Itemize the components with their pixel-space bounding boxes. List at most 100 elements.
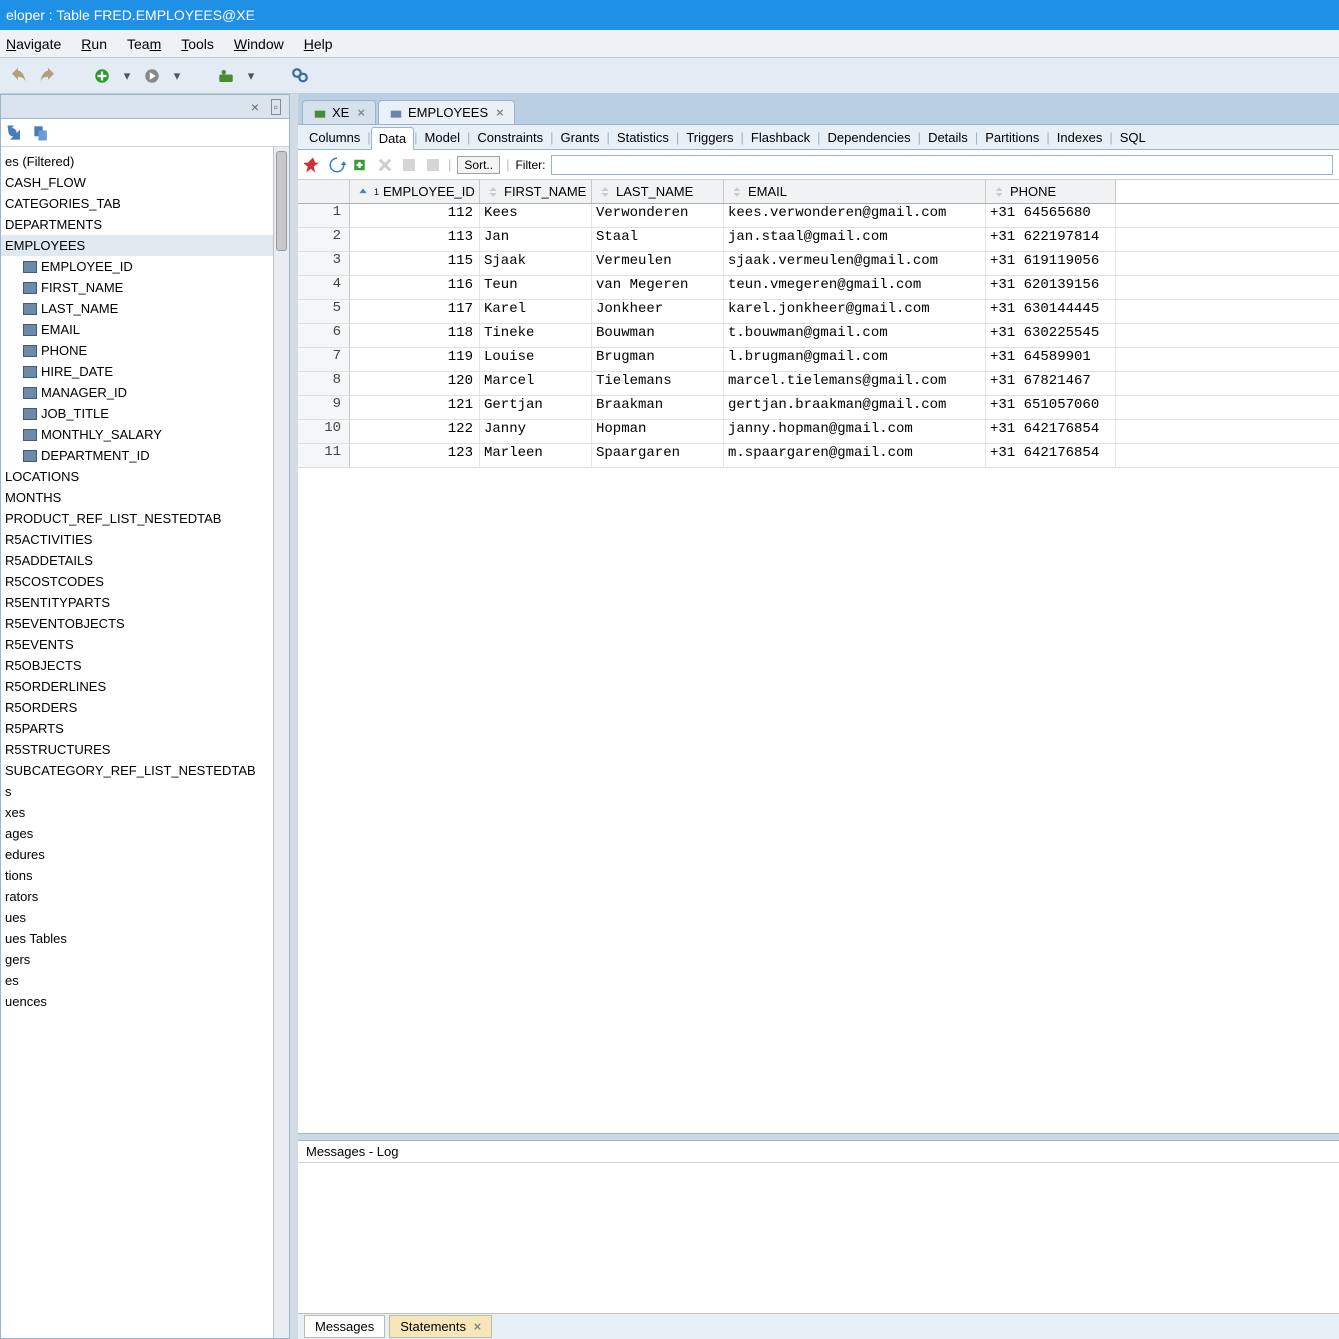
cell-last-name[interactable]: Jonkheer [592,300,724,323]
table-row[interactable]: 3115SjaakVermeulensjaak.vermeulen@gmail.… [298,252,1339,276]
table-row[interactable]: 10122JannyHopmanjanny.hopman@gmail.com+3… [298,420,1339,444]
cell-email[interactable]: gertjan.braakman@gmail.com [724,396,986,419]
close-icon[interactable]: × [474,1319,482,1334]
tree-column-department_id[interactable]: DEPARTMENT_ID [1,445,289,466]
document-tab-employees[interactable]: EMPLOYEES× [378,100,515,124]
redo-icon[interactable] [38,66,58,86]
cell-last-name[interactable]: Hopman [592,420,724,443]
cell-employee-id[interactable]: 120 [350,372,480,395]
log-tab-messages[interactable]: Messages [304,1315,385,1338]
cell-first-name[interactable]: Marleen [480,444,592,467]
table-row[interactable]: 1112KeesVerwonderenkees.verwonderen@gmai… [298,204,1339,228]
cell-email[interactable]: m.spaargaren@gmail.com [724,444,986,467]
col-employee-id[interactable]: 1 EMPLOYEE_ID [350,180,480,203]
subtab-data[interactable]: Data [371,127,414,150]
table-row[interactable]: 5117KarelJonkheerkarel.jonkheer@gmail.co… [298,300,1339,324]
menu-run[interactable]: Run [81,36,107,52]
menu-help[interactable]: Help [304,36,333,52]
cell-employee-id[interactable]: 113 [350,228,480,251]
cell-last-name[interactable]: Brugman [592,348,724,371]
scrollbar-thumb[interactable] [276,151,287,251]
cell-last-name[interactable]: Staal [592,228,724,251]
delete-row-icon[interactable] [376,156,394,174]
forward-dropdown-icon[interactable]: ▾ [172,68,182,84]
sql-icon[interactable] [216,66,236,86]
tree-item[interactable]: R5ADDETAILS [1,550,289,571]
menu-window[interactable]: Window [234,36,284,52]
new-icon[interactable] [92,66,112,86]
cell-first-name[interactable]: Karel [480,300,592,323]
subtab-statistics[interactable]: Statistics [610,127,676,148]
cell-email[interactable]: kees.verwonderen@gmail.com [724,204,986,227]
subtab-constraints[interactable]: Constraints [470,127,550,148]
cell-employee-id[interactable]: 118 [350,324,480,347]
subtab-triggers[interactable]: Triggers [679,127,740,148]
close-icon[interactable]: × [357,105,365,120]
cell-phone[interactable]: +31 619119056 [986,252,1116,275]
subtab-model[interactable]: Model [418,127,467,148]
sql-dropdown-icon[interactable]: ▾ [246,68,256,84]
tree-item[interactable]: R5EVENTOBJECTS [1,613,289,634]
cell-last-name[interactable]: Spaargaren [592,444,724,467]
tree-column-employee_id[interactable]: EMPLOYEE_ID [1,256,289,277]
tree-column-phone[interactable]: PHONE [1,340,289,361]
subtab-partitions[interactable]: Partitions [978,127,1046,148]
tree-column-job_title[interactable]: JOB_TITLE [1,403,289,424]
tree-item[interactable]: tions [1,865,289,886]
tree-item[interactable]: edures [1,844,289,865]
insert-row-icon[interactable] [352,156,370,174]
cell-email[interactable]: jan.staal@gmail.com [724,228,986,251]
tree-item[interactable]: s [1,781,289,802]
cell-employee-id[interactable]: 119 [350,348,480,371]
sort-button[interactable]: Sort.. [457,156,500,174]
cell-first-name[interactable]: Louise [480,348,592,371]
tree-item[interactable]: MONTHS [1,487,289,508]
table-row[interactable]: 7119LouiseBrugmanl.brugman@gmail.com+31 … [298,348,1339,372]
cell-phone[interactable]: +31 630225545 [986,324,1116,347]
cell-last-name[interactable]: Tielemans [592,372,724,395]
table-row[interactable]: 6118TinekeBouwmant.bouwman@gmail.com+31 … [298,324,1339,348]
objects-tree[interactable]: es (Filtered)CASH_FLOWCATEGORIES_TABDEPA… [1,147,289,1016]
pin-icon[interactable] [304,156,322,174]
col-phone[interactable]: PHONE [986,180,1116,203]
tree-item[interactable]: uences [1,991,289,1012]
tree-item[interactable]: CASH_FLOW [1,172,289,193]
table-row[interactable]: 8120MarcelTielemansmarcel.tielemans@gmai… [298,372,1339,396]
sidebar-maximize-icon[interactable]: ▫ [271,99,281,115]
subtab-grants[interactable]: Grants [554,127,607,148]
cell-employee-id[interactable]: 121 [350,396,480,419]
subtab-details[interactable]: Details [921,127,975,148]
cell-email[interactable]: karel.jonkheer@gmail.com [724,300,986,323]
subtab-flashback[interactable]: Flashback [744,127,817,148]
tree-item[interactable]: R5OBJECTS [1,655,289,676]
cell-phone[interactable]: +31 642176854 [986,444,1116,467]
document-tab-xe[interactable]: XE× [302,100,376,124]
cell-first-name[interactable]: Tineke [480,324,592,347]
filter-input[interactable] [551,155,1333,175]
subtab-columns[interactable]: Columns [302,127,367,148]
subtab-sql[interactable]: SQL [1113,127,1153,148]
cell-phone[interactable]: +31 620139156 [986,276,1116,299]
copy-tree-icon[interactable] [31,123,51,143]
cell-employee-id[interactable]: 117 [350,300,480,323]
sidebar-close-icon[interactable]: × [251,99,259,115]
cell-email[interactable]: l.brugman@gmail.com [724,348,986,371]
cell-first-name[interactable]: Gertjan [480,396,592,419]
subtab-indexes[interactable]: Indexes [1050,127,1110,148]
tree-column-manager_id[interactable]: MANAGER_ID [1,382,289,403]
cell-first-name[interactable]: Janny [480,420,592,443]
refresh-tree-icon[interactable] [5,123,25,143]
cell-email[interactable]: janny.hopman@gmail.com [724,420,986,443]
menu-navigate[interactable]: Navigate [6,36,61,52]
menu-tools[interactable]: Tools [181,36,214,52]
cell-first-name[interactable]: Marcel [480,372,592,395]
cell-first-name[interactable]: Kees [480,204,592,227]
tree-item[interactable]: ues [1,907,289,928]
forward-icon[interactable] [142,66,162,86]
tree-item[interactable]: PRODUCT_REF_LIST_NESTEDTAB [1,508,289,529]
tree-item[interactable]: R5ACTIVITIES [1,529,289,550]
refresh-grid-icon[interactable] [328,156,346,174]
find-icon[interactable] [290,66,310,86]
log-tab-statements[interactable]: Statements × [389,1315,492,1338]
cell-email[interactable]: t.bouwman@gmail.com [724,324,986,347]
